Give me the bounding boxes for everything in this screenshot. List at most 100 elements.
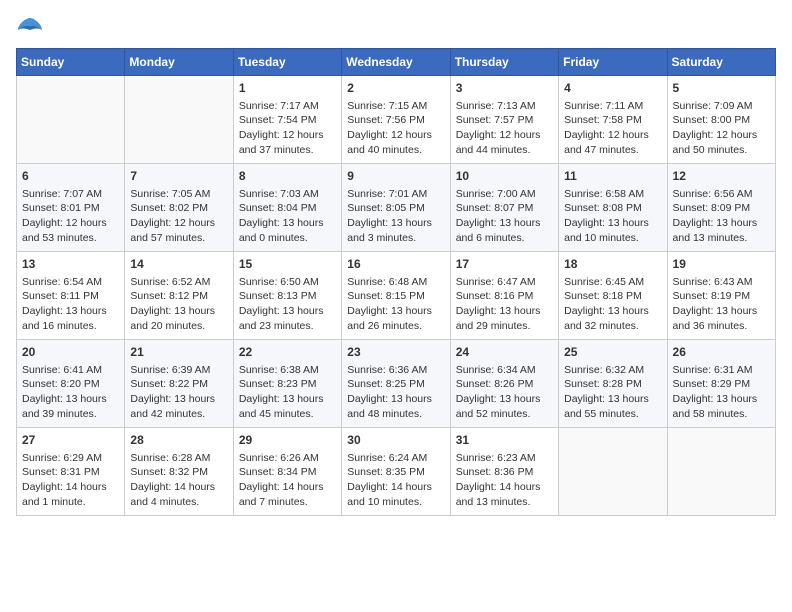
cell-text: Daylight: 12 hours and 50 minutes. <box>673 128 770 157</box>
cell-text: Sunrise: 6:29 AM <box>22 451 119 466</box>
cell-text: Sunset: 8:00 PM <box>673 113 770 128</box>
calendar-cell: 14Sunrise: 6:52 AMSunset: 8:12 PMDayligh… <box>125 252 233 340</box>
cell-text: Sunset: 8:26 PM <box>456 377 553 392</box>
cell-text: Sunset: 8:09 PM <box>673 201 770 216</box>
cell-text: Sunrise: 6:52 AM <box>130 275 227 290</box>
calendar-cell: 16Sunrise: 6:48 AMSunset: 8:15 PMDayligh… <box>342 252 450 340</box>
cell-text: Sunrise: 6:24 AM <box>347 451 444 466</box>
cell-text: Daylight: 13 hours and 36 minutes. <box>673 304 770 333</box>
cell-text: Sunset: 8:25 PM <box>347 377 444 392</box>
cell-text: Sunrise: 7:01 AM <box>347 187 444 202</box>
calendar-cell: 28Sunrise: 6:28 AMSunset: 8:32 PMDayligh… <box>125 428 233 516</box>
cell-text: Sunrise: 7:05 AM <box>130 187 227 202</box>
cell-text: Sunset: 8:23 PM <box>239 377 336 392</box>
cell-text: Sunset: 8:34 PM <box>239 465 336 480</box>
day-number: 7 <box>130 168 227 185</box>
cell-text: Daylight: 13 hours and 13 minutes. <box>673 216 770 245</box>
header-cell-saturday: Saturday <box>667 49 775 76</box>
cell-text: Daylight: 13 hours and 0 minutes. <box>239 216 336 245</box>
calendar-cell: 24Sunrise: 6:34 AMSunset: 8:26 PMDayligh… <box>450 340 558 428</box>
calendar-cell: 31Sunrise: 6:23 AMSunset: 8:36 PMDayligh… <box>450 428 558 516</box>
cell-text: Sunset: 8:22 PM <box>130 377 227 392</box>
cell-text: Daylight: 12 hours and 53 minutes. <box>22 216 119 245</box>
cell-text: Sunrise: 7:00 AM <box>456 187 553 202</box>
cell-text: Sunrise: 6:32 AM <box>564 363 661 378</box>
cell-text: Sunrise: 6:54 AM <box>22 275 119 290</box>
day-number: 11 <box>564 168 661 185</box>
day-number: 24 <box>456 344 553 361</box>
cell-text: Daylight: 13 hours and 20 minutes. <box>130 304 227 333</box>
cell-text: Daylight: 14 hours and 10 minutes. <box>347 480 444 509</box>
week-row-4: 20Sunrise: 6:41 AMSunset: 8:20 PMDayligh… <box>17 340 776 428</box>
cell-text: Sunrise: 6:39 AM <box>130 363 227 378</box>
calendar-cell: 17Sunrise: 6:47 AMSunset: 8:16 PMDayligh… <box>450 252 558 340</box>
cell-text: Sunrise: 7:17 AM <box>239 99 336 114</box>
calendar-cell: 5Sunrise: 7:09 AMSunset: 8:00 PMDaylight… <box>667 76 775 164</box>
day-number: 19 <box>673 256 770 273</box>
calendar-cell: 10Sunrise: 7:00 AMSunset: 8:07 PMDayligh… <box>450 164 558 252</box>
cell-text: Sunrise: 6:47 AM <box>456 275 553 290</box>
cell-text: Daylight: 13 hours and 55 minutes. <box>564 392 661 421</box>
cell-text: Sunrise: 7:07 AM <box>22 187 119 202</box>
calendar-cell: 27 Sunrise: 6:29 AMSunset: 8:31 PMDayligh… <box>17 428 125 516</box>
cell-text: Sunset: 7:56 PM <box>347 113 444 128</box>
calendar-cell <box>125 76 233 164</box>
cell-text: Daylight: 13 hours and 16 minutes. <box>22 304 119 333</box>
day-number: 12 <box>673 168 770 185</box>
calendar-cell: 11Sunrise: 6:58 AMSunset: 8:08 PMDayligh… <box>559 164 667 252</box>
cell-text: Sunrise: 7:13 AM <box>456 99 553 114</box>
cell-text: Sunrise: 6:50 AM <box>239 275 336 290</box>
cell-text: Daylight: 13 hours and 6 minutes. <box>456 216 553 245</box>
cell-text: Daylight: 13 hours and 58 minutes. <box>673 392 770 421</box>
cell-text: Sunset: 8:28 PM <box>564 377 661 392</box>
cell-text: Daylight: 13 hours and 32 minutes. <box>564 304 661 333</box>
cell-text: Daylight: 13 hours and 39 minutes. <box>22 392 119 421</box>
cell-text: Daylight: 12 hours and 37 minutes. <box>239 128 336 157</box>
day-number: 31 <box>456 432 553 449</box>
calendar-cell: 13Sunrise: 6:54 AMSunset: 8:11 PMDayligh… <box>17 252 125 340</box>
day-number: 20 <box>22 344 119 361</box>
calendar-body: 1Sunrise: 7:17 AMSunset: 7:54 PMDaylight… <box>17 76 776 516</box>
cell-text: Sunset: 8:01 PM <box>22 201 119 216</box>
calendar-header: SundayMondayTuesdayWednesdayThursdayFrid… <box>17 49 776 76</box>
header-cell-thursday: Thursday <box>450 49 558 76</box>
cell-text: Sunrise: 6:48 AM <box>347 275 444 290</box>
calendar-table: SundayMondayTuesdayWednesdayThursdayFrid… <box>16 48 776 516</box>
logo <box>16 16 48 38</box>
day-number: 5 <box>673 80 770 97</box>
calendar-cell: 19Sunrise: 6:43 AMSunset: 8:19 PMDayligh… <box>667 252 775 340</box>
cell-text: Sunset: 7:57 PM <box>456 113 553 128</box>
calendar-cell: 15Sunrise: 6:50 AMSunset: 8:13 PMDayligh… <box>233 252 341 340</box>
day-number: 28 <box>130 432 227 449</box>
cell-text: Sunset: 7:54 PM <box>239 113 336 128</box>
calendar-cell: 20Sunrise: 6:41 AMSunset: 8:20 PMDayligh… <box>17 340 125 428</box>
calendar-cell: 21Sunrise: 6:39 AMSunset: 8:22 PMDayligh… <box>125 340 233 428</box>
cell-text: Daylight: 14 hours and 7 minutes. <box>239 480 336 509</box>
week-row-5: 27Sunrise: 6:29 AMSunset: 8:31 PMDayligh… <box>17 428 776 516</box>
cell-text: Daylight: 12 hours and 44 minutes. <box>456 128 553 157</box>
cell-text: Sunrise: 6:45 AM <box>564 275 661 290</box>
day-number: 27 <box>22 432 119 449</box>
calendar-cell: 4Sunrise: 7:11 AMSunset: 7:58 PMDaylight… <box>559 76 667 164</box>
calendar-cell: 29Sunrise: 6:26 AMSunset: 8:34 PMDayligh… <box>233 428 341 516</box>
calendar-cell: 2Sunrise: 7:15 AMSunset: 7:56 PMDaylight… <box>342 76 450 164</box>
header <box>16 16 776 38</box>
cell-text: Sunrise: 6:58 AM <box>564 187 661 202</box>
calendar-cell <box>17 76 125 164</box>
calendar-cell <box>667 428 775 516</box>
cell-text: Sunset: 8:19 PM <box>673 289 770 304</box>
cell-text: Daylight: 13 hours and 48 minutes. <box>347 392 444 421</box>
cell-text: Daylight: 12 hours and 40 minutes. <box>347 128 444 157</box>
cell-text: Sunset: 8:31 PM <box>22 465 119 480</box>
header-cell-wednesday: Wednesday <box>342 49 450 76</box>
cell-text: Daylight: 12 hours and 47 minutes. <box>564 128 661 157</box>
cell-text: Sunset: 8:32 PM <box>130 465 227 480</box>
cell-text: Sunrise: 6:38 AM <box>239 363 336 378</box>
day-number: 4 <box>564 80 661 97</box>
cell-text: Sunset: 8:16 PM <box>456 289 553 304</box>
calendar-cell: 1Sunrise: 7:17 AMSunset: 7:54 PMDaylight… <box>233 76 341 164</box>
day-number: 16 <box>347 256 444 273</box>
calendar-cell: 12Sunrise: 6:56 AMSunset: 8:09 PMDayligh… <box>667 164 775 252</box>
cell-text: Daylight: 14 hours and 1 minute. <box>22 480 119 509</box>
calendar-cell: 23Sunrise: 6:36 AMSunset: 8:25 PMDayligh… <box>342 340 450 428</box>
